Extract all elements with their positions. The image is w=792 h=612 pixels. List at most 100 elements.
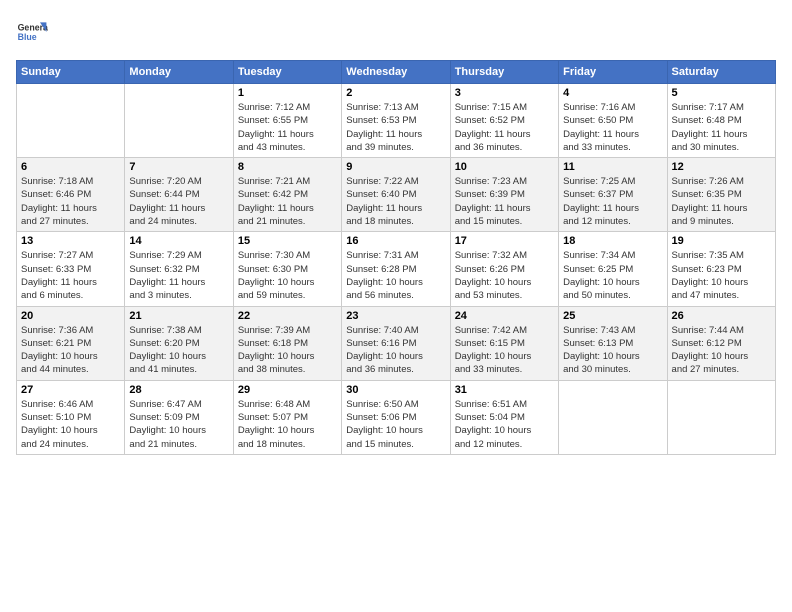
cell-daylight-info: Sunrise: 7:26 AM Sunset: 6:35 PM Dayligh… — [672, 175, 771, 228]
cell-daylight-info: Sunrise: 7:40 AM Sunset: 6:16 PM Dayligh… — [346, 324, 445, 377]
day-number: 4 — [563, 87, 662, 99]
cell-daylight-info: Sunrise: 7:23 AM Sunset: 6:39 PM Dayligh… — [455, 175, 554, 228]
calendar-cell: 3Sunrise: 7:15 AM Sunset: 6:52 PM Daylig… — [450, 84, 558, 158]
day-number: 21 — [129, 310, 228, 322]
cell-daylight-info: Sunrise: 7:27 AM Sunset: 6:33 PM Dayligh… — [21, 249, 120, 302]
day-number: 2 — [346, 87, 445, 99]
svg-text:Blue: Blue — [18, 32, 37, 42]
day-number: 14 — [129, 235, 228, 247]
cell-daylight-info: Sunrise: 7:22 AM Sunset: 6:40 PM Dayligh… — [346, 175, 445, 228]
calendar-cell: 21 Sunrise: 7:38 AM Sunset: 6:20 PM Dayli… — [125, 306, 233, 380]
calendar-cell: 29 Sunrise: 6:48 AM Sunset: 5:07 PM Dayli… — [233, 380, 341, 454]
day-of-week-header: Wednesday — [342, 61, 450, 84]
calendar-cell: 25 Sunrise: 7:43 AM Sunset: 6:13 PM Dayli… — [559, 306, 667, 380]
logo: General Blue — [16, 16, 48, 48]
calendar-cell: 13 Sunrise: 7:27 AM Sunset: 6:33 PM Dayli… — [17, 232, 125, 306]
calendar-cell — [125, 84, 233, 158]
calendar-cell: 26 Sunrise: 7:44 AM Sunset: 6:12 PM Dayli… — [667, 306, 775, 380]
cell-daylight-info: Sunrise: 7:13 AM Sunset: 6:53 PM Dayligh… — [346, 101, 445, 154]
cell-daylight-info: Sunrise: 7:32 AM Sunset: 6:26 PM Dayligh… — [455, 249, 554, 302]
calendar-cell: 7 Sunrise: 7:20 AM Sunset: 6:44 PM Daylig… — [125, 158, 233, 232]
calendar-cell: 17Sunrise: 7:32 AM Sunset: 6:26 PM Dayli… — [450, 232, 558, 306]
calendar-cell: 12Sunrise: 7:26 AM Sunset: 6:35 PM Dayli… — [667, 158, 775, 232]
day-number: 16 — [346, 235, 445, 247]
cell-daylight-info: Sunrise: 6:48 AM Sunset: 5:07 PM Dayligh… — [238, 398, 337, 451]
day-number: 27 — [21, 384, 120, 396]
cell-daylight-info: Sunrise: 7:36 AM Sunset: 6:21 PM Dayligh… — [21, 324, 120, 377]
cell-daylight-info: Sunrise: 6:46 AM Sunset: 5:10 PM Dayligh… — [21, 398, 120, 451]
calendar-cell: 30 Sunrise: 6:50 AM Sunset: 5:06 PM Dayli… — [342, 380, 450, 454]
day-number: 15 — [238, 235, 337, 247]
day-number: 30 — [346, 384, 445, 396]
day-number: 24 — [455, 310, 554, 322]
day-number: 9 — [346, 161, 445, 173]
day-number: 5 — [672, 87, 771, 99]
day-number: 29 — [238, 384, 337, 396]
calendar-header-row: SundayMondayTuesdayWednesdayThursdayFrid… — [17, 61, 776, 84]
day-of-week-header: Monday — [125, 61, 233, 84]
cell-daylight-info: Sunrise: 7:44 AM Sunset: 6:12 PM Dayligh… — [672, 324, 771, 377]
cell-daylight-info: Sunrise: 7:38 AM Sunset: 6:20 PM Dayligh… — [129, 324, 228, 377]
day-number: 23 — [346, 310, 445, 322]
day-number: 7 — [129, 161, 228, 173]
calendar-cell: 20 Sunrise: 7:36 AM Sunset: 6:21 PM Dayli… — [17, 306, 125, 380]
calendar-cell: 16 Sunrise: 7:31 AM Sunset: 6:28 PM Dayli… — [342, 232, 450, 306]
calendar-week-row: 27 Sunrise: 6:46 AM Sunset: 5:10 PM Dayli… — [17, 380, 776, 454]
day-number: 25 — [563, 310, 662, 322]
day-number: 22 — [238, 310, 337, 322]
calendar-cell: 27 Sunrise: 6:46 AM Sunset: 5:10 PM Dayli… — [17, 380, 125, 454]
calendar-cell: 11 Sunrise: 7:25 AM Sunset: 6:37 PM Dayli… — [559, 158, 667, 232]
cell-daylight-info: Sunrise: 7:21 AM Sunset: 6:42 PM Dayligh… — [238, 175, 337, 228]
day-number: 13 — [21, 235, 120, 247]
day-number: 26 — [672, 310, 771, 322]
calendar-cell: 28Sunrise: 6:47 AM Sunset: 5:09 PM Dayli… — [125, 380, 233, 454]
calendar-week-row: 20 Sunrise: 7:36 AM Sunset: 6:21 PM Dayli… — [17, 306, 776, 380]
calendar-cell: 5 Sunrise: 7:17 AM Sunset: 6:48 PM Daylig… — [667, 84, 775, 158]
day-number: 1 — [238, 87, 337, 99]
calendar-cell: 15 Sunrise: 7:30 AM Sunset: 6:30 PM Dayli… — [233, 232, 341, 306]
cell-daylight-info: Sunrise: 7:43 AM Sunset: 6:13 PM Dayligh… — [563, 324, 662, 377]
calendar-cell: 8 Sunrise: 7:21 AM Sunset: 6:42 PM Daylig… — [233, 158, 341, 232]
day-number: 20 — [21, 310, 120, 322]
cell-daylight-info: Sunrise: 6:50 AM Sunset: 5:06 PM Dayligh… — [346, 398, 445, 451]
cell-daylight-info: Sunrise: 7:29 AM Sunset: 6:32 PM Dayligh… — [129, 249, 228, 302]
day-number: 8 — [238, 161, 337, 173]
logo-icon: General Blue — [16, 16, 48, 48]
page-header: General Blue — [16, 16, 776, 48]
calendar-cell: 10Sunrise: 7:23 AM Sunset: 6:39 PM Dayli… — [450, 158, 558, 232]
cell-daylight-info: Sunrise: 7:34 AM Sunset: 6:25 PM Dayligh… — [563, 249, 662, 302]
cell-daylight-info: Sunrise: 7:15 AM Sunset: 6:52 PM Dayligh… — [455, 101, 554, 154]
calendar-week-row: 1 Sunrise: 7:12 AM Sunset: 6:55 PM Daylig… — [17, 84, 776, 158]
calendar-cell: 9 Sunrise: 7:22 AM Sunset: 6:40 PM Daylig… — [342, 158, 450, 232]
calendar-cell: 31 Sunrise: 6:51 AM Sunset: 5:04 PM Dayli… — [450, 380, 558, 454]
cell-daylight-info: Sunrise: 6:51 AM Sunset: 5:04 PM Dayligh… — [455, 398, 554, 451]
calendar-cell — [17, 84, 125, 158]
day-of-week-header: Friday — [559, 61, 667, 84]
day-number: 31 — [455, 384, 554, 396]
cell-daylight-info: Sunrise: 7:25 AM Sunset: 6:37 PM Dayligh… — [563, 175, 662, 228]
cell-daylight-info: Sunrise: 7:30 AM Sunset: 6:30 PM Dayligh… — [238, 249, 337, 302]
day-of-week-header: Thursday — [450, 61, 558, 84]
calendar-cell: 24 Sunrise: 7:42 AM Sunset: 6:15 PM Dayli… — [450, 306, 558, 380]
cell-daylight-info: Sunrise: 6:47 AM Sunset: 5:09 PM Dayligh… — [129, 398, 228, 451]
day-number: 6 — [21, 161, 120, 173]
cell-daylight-info: Sunrise: 7:17 AM Sunset: 6:48 PM Dayligh… — [672, 101, 771, 154]
day-number: 18 — [563, 235, 662, 247]
calendar-week-row: 13 Sunrise: 7:27 AM Sunset: 6:33 PM Dayli… — [17, 232, 776, 306]
calendar-cell: 2 Sunrise: 7:13 AM Sunset: 6:53 PM Daylig… — [342, 84, 450, 158]
calendar-cell: 4 Sunrise: 7:16 AM Sunset: 6:50 PM Daylig… — [559, 84, 667, 158]
calendar-cell: 14 Sunrise: 7:29 AM Sunset: 6:32 PM Dayli… — [125, 232, 233, 306]
cell-daylight-info: Sunrise: 7:20 AM Sunset: 6:44 PM Dayligh… — [129, 175, 228, 228]
cell-daylight-info: Sunrise: 7:39 AM Sunset: 6:18 PM Dayligh… — [238, 324, 337, 377]
calendar-cell — [559, 380, 667, 454]
calendar-cell: 18 Sunrise: 7:34 AM Sunset: 6:25 PM Dayli… — [559, 232, 667, 306]
cell-daylight-info: Sunrise: 7:12 AM Sunset: 6:55 PM Dayligh… — [238, 101, 337, 154]
calendar-cell: 23 Sunrise: 7:40 AM Sunset: 6:16 PM Dayli… — [342, 306, 450, 380]
cell-daylight-info: Sunrise: 7:31 AM Sunset: 6:28 PM Dayligh… — [346, 249, 445, 302]
cell-daylight-info: Sunrise: 7:42 AM Sunset: 6:15 PM Dayligh… — [455, 324, 554, 377]
calendar-week-row: 6Sunrise: 7:18 AM Sunset: 6:46 PM Daylig… — [17, 158, 776, 232]
day-number: 11 — [563, 161, 662, 173]
day-of-week-header: Tuesday — [233, 61, 341, 84]
cell-daylight-info: Sunrise: 7:16 AM Sunset: 6:50 PM Dayligh… — [563, 101, 662, 154]
day-of-week-header: Sunday — [17, 61, 125, 84]
